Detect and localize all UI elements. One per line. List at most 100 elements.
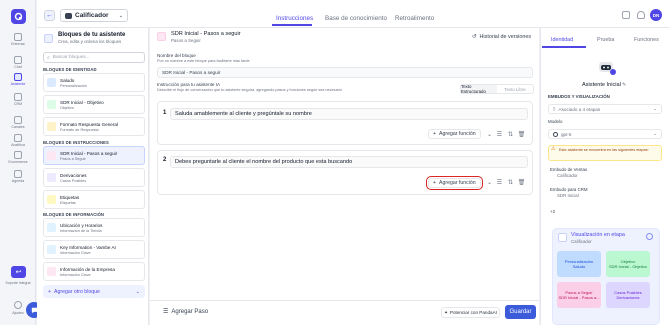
agent-selector[interactable]: Calificador ⌄ — [60, 9, 128, 22]
stage-card-sub: Derivaciones — [616, 295, 640, 300]
tab-funciones[interactable]: Funciones — [634, 37, 659, 43]
robot-icon — [558, 233, 567, 242]
robot-icon — [65, 12, 72, 19]
phone-icon: ▯ — [553, 106, 556, 111]
model-label: Modelo — [548, 119, 563, 124]
chevron-down-icon[interactable]: ⌄ — [486, 179, 493, 186]
instruction-label: Instrucción para tu asistente IA — [157, 82, 221, 87]
block-item[interactable]: Etiquetas Etiquetas — [43, 190, 145, 209]
bell-icon[interactable] — [637, 11, 645, 19]
channels-icon — [14, 116, 22, 124]
tab-retroalimento[interactable]: Retroalimento — [395, 15, 434, 22]
sidebar-item-agenda[interactable]: Agenda — [0, 170, 36, 183]
sidebar-item-anal-tica[interactable]: Analítica — [0, 134, 36, 147]
sidebar-item-entrenar[interactable]: Entrenar — [0, 33, 36, 46]
add-step-button[interactable]: ☰ Agregar Paso — [163, 308, 208, 316]
block-title: Ubicación y Horarios — [60, 222, 103, 228]
block-item[interactable]: SDR Inicial - Objetivo Objetivo — [43, 95, 145, 114]
stages-select[interactable]: ▯ Asociado a 4 etapas ⌄ — [548, 104, 662, 114]
help-circle-icon[interactable] — [622, 11, 630, 19]
block-icon — [47, 122, 56, 131]
tab-prueba[interactable]: Prueba — [597, 37, 614, 43]
block-title: Formato Respuesta General — [60, 121, 118, 127]
add-function-button[interactable]: + Agregar función — [428, 129, 481, 139]
viz-title: Visualización en etapa — [571, 232, 625, 238]
search-icon: ⌕ — [47, 55, 50, 61]
mode-structured[interactable]: Texto Estructurado — [461, 84, 497, 94]
app-logo[interactable] — [11, 9, 26, 24]
block-item[interactable]: Saludo Personalización — [43, 73, 145, 92]
sidebar-item-label: Agenda — [11, 179, 25, 183]
chevron-down-icon[interactable]: ⌄ — [486, 131, 493, 138]
sidebar-item-canales[interactable]: Canales — [0, 116, 36, 129]
stage-card[interactable]: Personalización Saludo — [557, 251, 601, 277]
sidebar-item-crm[interactable]: CRM — [0, 93, 36, 106]
step-text[interactable]: Debes preguntarle al cliente el nombre d… — [170, 156, 528, 168]
stage-card[interactable]: Pasos a Seguir SDR Inicial - Pasos a... — [557, 282, 601, 308]
tab-underline — [542, 46, 586, 48]
add-block-button[interactable]: + Agregar otro bloque ⌄ — [43, 285, 145, 298]
add-function-button[interactable]: + Agregar función — [426, 176, 483, 190]
sort-icon[interactable]: ⇅ — [507, 131, 514, 138]
edit-icon[interactable]: ✎ — [622, 82, 626, 88]
embudos-label: EMBUDOS Y VISUALIZACIÓN — [548, 94, 610, 99]
more-funnels[interactable]: +2 — [550, 209, 555, 214]
history-button[interactable]: ↺ Historial de versiones — [472, 34, 531, 40]
assistant-avatar — [599, 62, 616, 75]
assistant-name: Asistente Inicial — [582, 82, 621, 88]
sidebar-item-ecommerce[interactable]: Ecommerce — [0, 151, 36, 164]
sidebar-item-label: CRM — [13, 102, 23, 106]
mode-free[interactable]: Texto Libre — [497, 85, 533, 93]
search-placeholder: Buscar bloques... — [52, 55, 90, 60]
block-title: Key Information - Vambe AI — [60, 244, 116, 250]
improve-with-ai-button[interactable]: ✦ Potenciar con PandaAI — [441, 307, 500, 318]
block-icon — [47, 78, 56, 87]
search-blocks-input[interactable]: ⌕ Buscar bloques... — [43, 52, 145, 63]
block-item[interactable]: Información de la Empresa Información Cla… — [43, 262, 145, 281]
back-button[interactable]: ← — [44, 10, 55, 21]
sort-icon[interactable]: ⇅ — [507, 179, 514, 186]
block-title: SDR Inicial - Pasos a seguir — [171, 31, 241, 37]
user-avatar[interactable]: DN — [650, 9, 662, 21]
stage-card[interactable]: Casos Posibles Derivaciones — [606, 282, 650, 308]
funnel-stage: Calificador — [557, 173, 578, 178]
block-item[interactable]: Ubicación y Horarios Información de la Ti… — [43, 218, 145, 237]
list-icon[interactable]: ☰ — [496, 179, 503, 186]
trash-icon[interactable]: 🗑 — [518, 179, 526, 186]
save-button[interactable]: Guardar — [505, 305, 536, 319]
improve-label: Potenciar con PandaAI — [449, 310, 497, 315]
assistant-icon — [14, 73, 22, 81]
add-function-label: Agregar función — [439, 131, 476, 137]
block-icon — [47, 267, 56, 276]
sidebar-item-chat[interactable]: Chat — [0, 56, 36, 69]
settings-icon[interactable] — [646, 233, 653, 240]
tab-instrucciones[interactable]: Instrucciones — [276, 15, 313, 22]
stage-card[interactable]: Objetivo SDR Inicial - Objetivo — [606, 251, 650, 277]
mode-toggle[interactable]: Texto Estructurado Texto Libre — [460, 84, 534, 94]
trash-icon[interactable]: 🗑 — [518, 131, 526, 138]
model-select[interactable]: gpt-5 ⌄ — [548, 129, 662, 139]
sidebar-item-label: Asistente — [10, 82, 26, 86]
viz-subtitle: Calificador — [571, 239, 592, 244]
return-icon: ↩ — [15, 269, 22, 276]
step-text[interactable]: Saluda amablemente al cliente y pregúnta… — [170, 108, 528, 120]
section-heading: BLOQUES DE INFORMACIÓN — [43, 212, 105, 217]
list-icon[interactable]: ☰ — [496, 131, 503, 138]
section-heading: BLOQUES DE IDENTIDAD — [43, 67, 97, 72]
tab-base-conocimiento[interactable]: Base de conocimiento — [325, 15, 387, 22]
settings-icon[interactable] — [14, 301, 22, 309]
block-item[interactable]: Formato Respuesta General Formato de Resp… — [43, 117, 145, 136]
sidebar-item-asistente[interactable]: Asistente — [0, 73, 36, 86]
help-button[interactable]: ↩ — [11, 266, 26, 278]
step-number: 1 — [163, 110, 167, 116]
block-icon — [47, 223, 56, 232]
chevron-down-icon: ⌄ — [118, 12, 123, 19]
tab-identidad[interactable]: Identidad — [551, 37, 573, 43]
block-item[interactable]: SDR Inicial - Pasos a seguir Pasos a Segu… — [43, 146, 145, 165]
stages-warning: Este asistente se encuentra en las sigui… — [548, 145, 662, 161]
block-item[interactable]: Derivaciones Casos Posibles — [43, 168, 145, 187]
funnel-label: Embudo de Ventas — [550, 167, 588, 172]
block-name-input[interactable]: SDR Inicial - Pasos a seguir — [157, 67, 533, 78]
block-item[interactable]: Key Information - Vambe AI Información Cl… — [43, 240, 145, 259]
list-plus-icon: ☰ — [163, 309, 169, 315]
